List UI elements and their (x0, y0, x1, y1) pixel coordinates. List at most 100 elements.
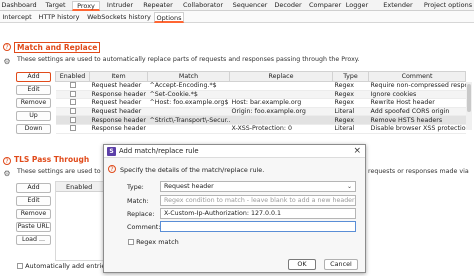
tls-paste-url-button[interactable]: Paste URL (16, 222, 51, 232)
cell-match (147, 107, 230, 117)
remove-rule-button[interactable]: Remove (16, 98, 51, 108)
tab-logger[interactable]: Logger (345, 1, 369, 11)
add-rule-dialog: S Add match/replace rule × ? Specify the… (103, 144, 366, 273)
enabled-checkbox[interactable] (69, 82, 76, 89)
enabled-checkbox[interactable] (69, 116, 76, 123)
tab-websockets-history[interactable]: WebSockets history (87, 12, 151, 23)
cell-item: Request header (89, 98, 148, 108)
enabled-checkbox[interactable] (69, 108, 76, 115)
help-icon[interactable]: ? (108, 165, 116, 173)
tab-collaborator[interactable]: Collaborator (180, 1, 226, 11)
column-header-item[interactable]: Item (89, 71, 148, 82)
match-label: Match: (127, 197, 149, 205)
cell-replace: Host: bar.example.org (229, 98, 333, 108)
tls-remove-button[interactable]: Remove (16, 209, 51, 219)
move-down-button[interactable]: Down (16, 124, 51, 134)
table-scrollbar[interactable] (466, 82, 472, 130)
table-row[interactable]: Response header ^Set-Cookie.*$ Regex Ign… (55, 90, 466, 100)
comment-input[interactable] (160, 221, 356, 232)
gear-icon[interactable]: ⚙ (3, 170, 11, 178)
table-row[interactable]: Request header Origin: foo.example.org L… (55, 107, 466, 117)
scrollbar-thumb[interactable] (467, 84, 471, 112)
dialog-title: Add match/replace rule (119, 147, 199, 155)
enabled-checkbox[interactable] (69, 99, 76, 106)
match-replace-table: Enabled Item Match Replace Type Comment … (55, 71, 466, 134)
cell-comment: Remove HSTS headers (368, 115, 466, 125)
cell-type: Regex (332, 98, 369, 108)
column-header-enabled[interactable]: Enabled (56, 182, 104, 192)
tab-proxy[interactable]: Proxy (72, 1, 100, 11)
tab-repeater[interactable]: Repeater (140, 1, 176, 11)
tab-options[interactable]: Options (154, 12, 184, 23)
table-row[interactable]: Response header ^Strict\-Transport\-Secu… (55, 115, 466, 125)
match-input[interactable]: Regex condition to match - leave blank t… (160, 195, 356, 206)
table-row[interactable]: Response header X-XSS-Protection: 0 Lite… (55, 124, 466, 134)
replace-input[interactable]: X-Custom-Ip-Authorization: 127.0.0.1 (160, 208, 356, 219)
type-select[interactable]: Request header ⌄ (160, 181, 356, 192)
cell-replace (229, 90, 333, 100)
dialog-titlebar[interactable]: S Add match/replace rule × (104, 145, 365, 158)
column-header-comment[interactable]: Comment (368, 71, 466, 82)
cell-match: ^Strict\-Transport\-Secur... (147, 115, 230, 125)
tls-add-button[interactable]: Add (16, 183, 51, 193)
close-icon[interactable]: × (353, 146, 361, 156)
cell-comment: Add spoofed CORS origin (368, 107, 466, 117)
cell-type: Regex (332, 81, 369, 91)
tls-load-button[interactable]: Load ... (16, 235, 51, 245)
cell-type: Literal (332, 124, 369, 134)
table-header: Enabled Item Match Replace Type Comment (55, 71, 466, 82)
tab-http-history[interactable]: HTTP history (38, 12, 80, 23)
comment-label: Comment: (127, 223, 161, 231)
edit-rule-button[interactable]: Edit (16, 85, 51, 95)
enabled-checkbox[interactable] (69, 90, 76, 97)
dialog-instruction: Specify the details of the match/replace… (120, 166, 265, 174)
add-rule-button[interactable]: Add (16, 72, 51, 82)
cell-item: Response header (89, 90, 148, 100)
auto-add-checkbox[interactable] (17, 263, 23, 269)
move-up-button[interactable]: Up (16, 111, 51, 121)
tab-project-options[interactable]: Project options (423, 1, 473, 11)
cell-item: Request header (89, 107, 148, 117)
table-row[interactable]: Request header ^Accept-Encoding.*$ Regex… (55, 81, 466, 91)
cell-type: Literal (332, 107, 369, 117)
cell-comment: Rewrite Host header (368, 98, 466, 108)
cell-match: ^Set-Cookie.*$ (147, 90, 230, 100)
tab-comparer[interactable]: Comparer (309, 1, 341, 11)
cell-type: Regex (332, 90, 369, 100)
cell-item: Response header (89, 115, 148, 125)
tab-dashboard[interactable]: Dashboard (0, 1, 38, 11)
regex-match-checkbox[interactable] (128, 239, 134, 245)
cell-comment: Disable browser XSS protection (368, 124, 466, 134)
type-select-value: Request header (164, 183, 214, 190)
cancel-button[interactable]: Cancel (324, 259, 358, 270)
tab-intruder[interactable]: Intruder (104, 1, 136, 11)
tab-decoder[interactable]: Decoder (274, 1, 302, 11)
regex-match-row: Regex match (128, 238, 179, 246)
cell-item: Request header (89, 81, 148, 91)
table-row[interactable]: Request header ^Host: foo.example.org$ H… (55, 98, 466, 108)
tls-list[interactable]: Enabled (55, 181, 105, 261)
enabled-checkbox[interactable] (69, 125, 76, 132)
column-header-replace[interactable]: Replace (229, 71, 333, 82)
cell-match: ^Host: foo.example.org$ (147, 98, 230, 108)
column-header-match[interactable]: Match (147, 71, 230, 82)
tab-sequencer[interactable]: Sequencer (230, 1, 270, 11)
replace-label: Replace: (127, 210, 155, 218)
chevron-down-icon: ⌄ (346, 183, 352, 190)
tls-edit-button[interactable]: Edit (16, 196, 51, 206)
tab-extender[interactable]: Extender (383, 1, 413, 11)
help-icon[interactable]: ? (3, 157, 11, 165)
tab-intercept[interactable]: Intercept (2, 12, 32, 23)
help-icon[interactable]: ? (3, 43, 11, 51)
cell-comment: Ignore cookies (368, 90, 466, 100)
tab-target[interactable]: Target (42, 1, 69, 11)
cell-type: Regex (332, 115, 369, 125)
column-header-type[interactable]: Type (332, 71, 369, 82)
ok-button[interactable]: OK (288, 259, 316, 270)
proxy-sub-nav: Intercept HTTP history WebSockets histor… (0, 11, 474, 23)
cell-comment: Require non-compressed responses (368, 81, 466, 91)
cell-replace (229, 115, 333, 125)
gear-icon[interactable]: ⚙ (3, 58, 11, 66)
column-header-enabled[interactable]: Enabled (55, 71, 90, 82)
tls-description-end: requests or responses made via (368, 168, 469, 175)
